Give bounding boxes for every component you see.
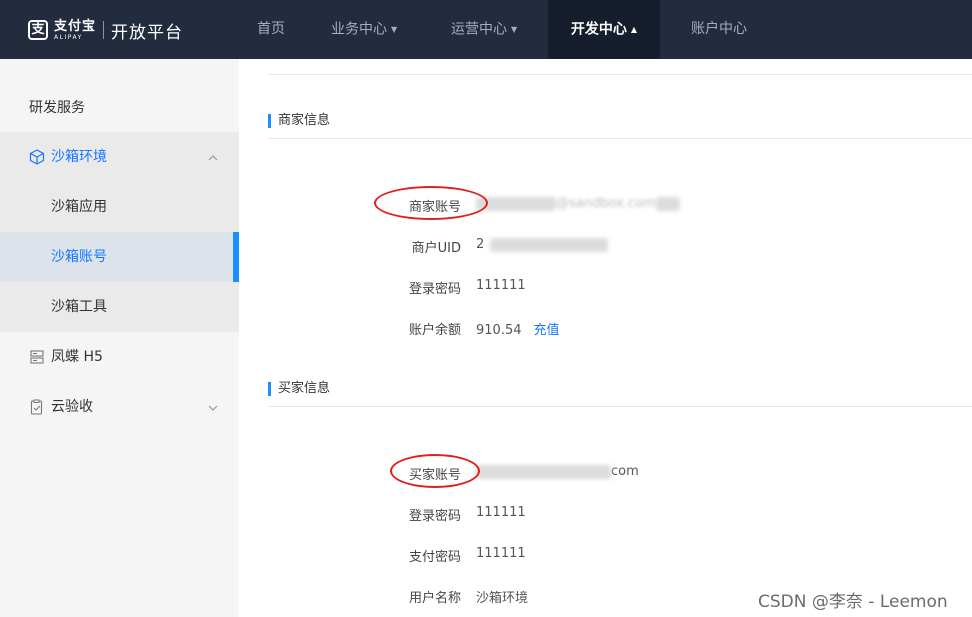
merchant-uid-label: 商户UID (411, 241, 461, 256)
sidebar-item-sandbox-app[interactable]: 沙箱应用 (0, 182, 239, 232)
logo-cn-text: 支付宝 (54, 18, 97, 34)
nav-operations-center[interactable]: 运营中心 ▼ (451, 0, 517, 59)
sidebar-item-fengdie-h5[interactable]: 凤蝶 H5 (0, 332, 239, 382)
section-divider (268, 406, 972, 407)
buyer-pay-password-label: 支付密码 (408, 550, 461, 565)
red-annotation-circle (374, 186, 488, 220)
section-divider (268, 138, 972, 139)
chevron-down-icon (208, 405, 218, 411)
merchant-password-label: 登录密码 (408, 282, 461, 297)
alipay-logo-icon: 支 (28, 20, 48, 40)
buyer-account-value: com (476, 464, 639, 479)
sidebar-item-sandbox-account[interactable]: 沙箱账号 (0, 232, 239, 282)
logo-en-text: ALIPAY (54, 33, 83, 41)
cube-icon (29, 149, 45, 165)
platform-title: 开放平台 (111, 22, 184, 43)
server-icon (30, 350, 44, 364)
recharge-link[interactable]: 充值 (534, 323, 560, 338)
logo-divider (103, 21, 105, 39)
active-indicator (233, 232, 239, 282)
buyer-login-password-value: 111111 (476, 505, 526, 520)
buyer-username-label: 用户名称 (408, 591, 461, 606)
sidebar: 研发服务 沙箱环境 沙箱应用 沙箱账号 沙箱工具 凤蝶 H5 云验收 (0, 59, 239, 617)
merchant-password-value: 111111 (476, 278, 526, 293)
sidebar-heading: 研发服务 (29, 100, 85, 116)
top-navigation-bar: 支 支付宝 ALIPAY 开放平台 首页 业务中心 ▼ 运营中心 ▼ 开发中心 ▲ 账… (0, 0, 972, 59)
merchant-uid-value: 2 (476, 237, 609, 252)
nav-home[interactable]: 首页 (257, 0, 285, 59)
alipay-logo[interactable]: 支 支付宝 ALIPAY 开放平台 (28, 18, 184, 43)
buyer-section-title: 买家信息 (268, 381, 330, 397)
sidebar-item-cloud-acceptance[interactable]: 云验收 (0, 382, 239, 432)
caret-up-icon: ▲ (630, 25, 638, 34)
merchant-balance-value: 910.54 (476, 323, 522, 338)
buyer-login-password-label: 登录密码 (408, 509, 461, 524)
merchant-balance-label: 账户余额 (408, 323, 461, 338)
clipboard-check-icon (30, 399, 43, 415)
nav-developer-center[interactable]: 开发中心 ▲ (548, 0, 660, 59)
caret-down-icon: ▼ (511, 25, 518, 34)
nav-account-center[interactable]: 账户中心 (691, 0, 747, 59)
merchant-balance-row: 910.54 充值 (476, 319, 560, 338)
merchant-section-title: 商家信息 (268, 113, 330, 129)
redacted-text (476, 196, 556, 211)
content-divider (268, 74, 972, 75)
chevron-up-icon (208, 155, 218, 161)
buyer-username-value: 沙箱环境 (476, 591, 529, 606)
buyer-pay-password-value: 111111 (476, 546, 526, 561)
sidebar-item-sandbox-env[interactable]: 沙箱环境 (0, 132, 239, 182)
merchant-account-value: @sandbox.com (476, 196, 680, 211)
redacted-text (476, 464, 611, 479)
nav-business-center[interactable]: 业务中心 ▼ (331, 0, 397, 59)
csdn-watermark: CSDN @李奈 - Leemon (758, 592, 948, 612)
sidebar-item-sandbox-tools[interactable]: 沙箱工具 (0, 282, 239, 332)
red-annotation-circle (390, 454, 480, 488)
redacted-text (490, 237, 609, 252)
caret-down-icon: ▼ (391, 25, 398, 34)
